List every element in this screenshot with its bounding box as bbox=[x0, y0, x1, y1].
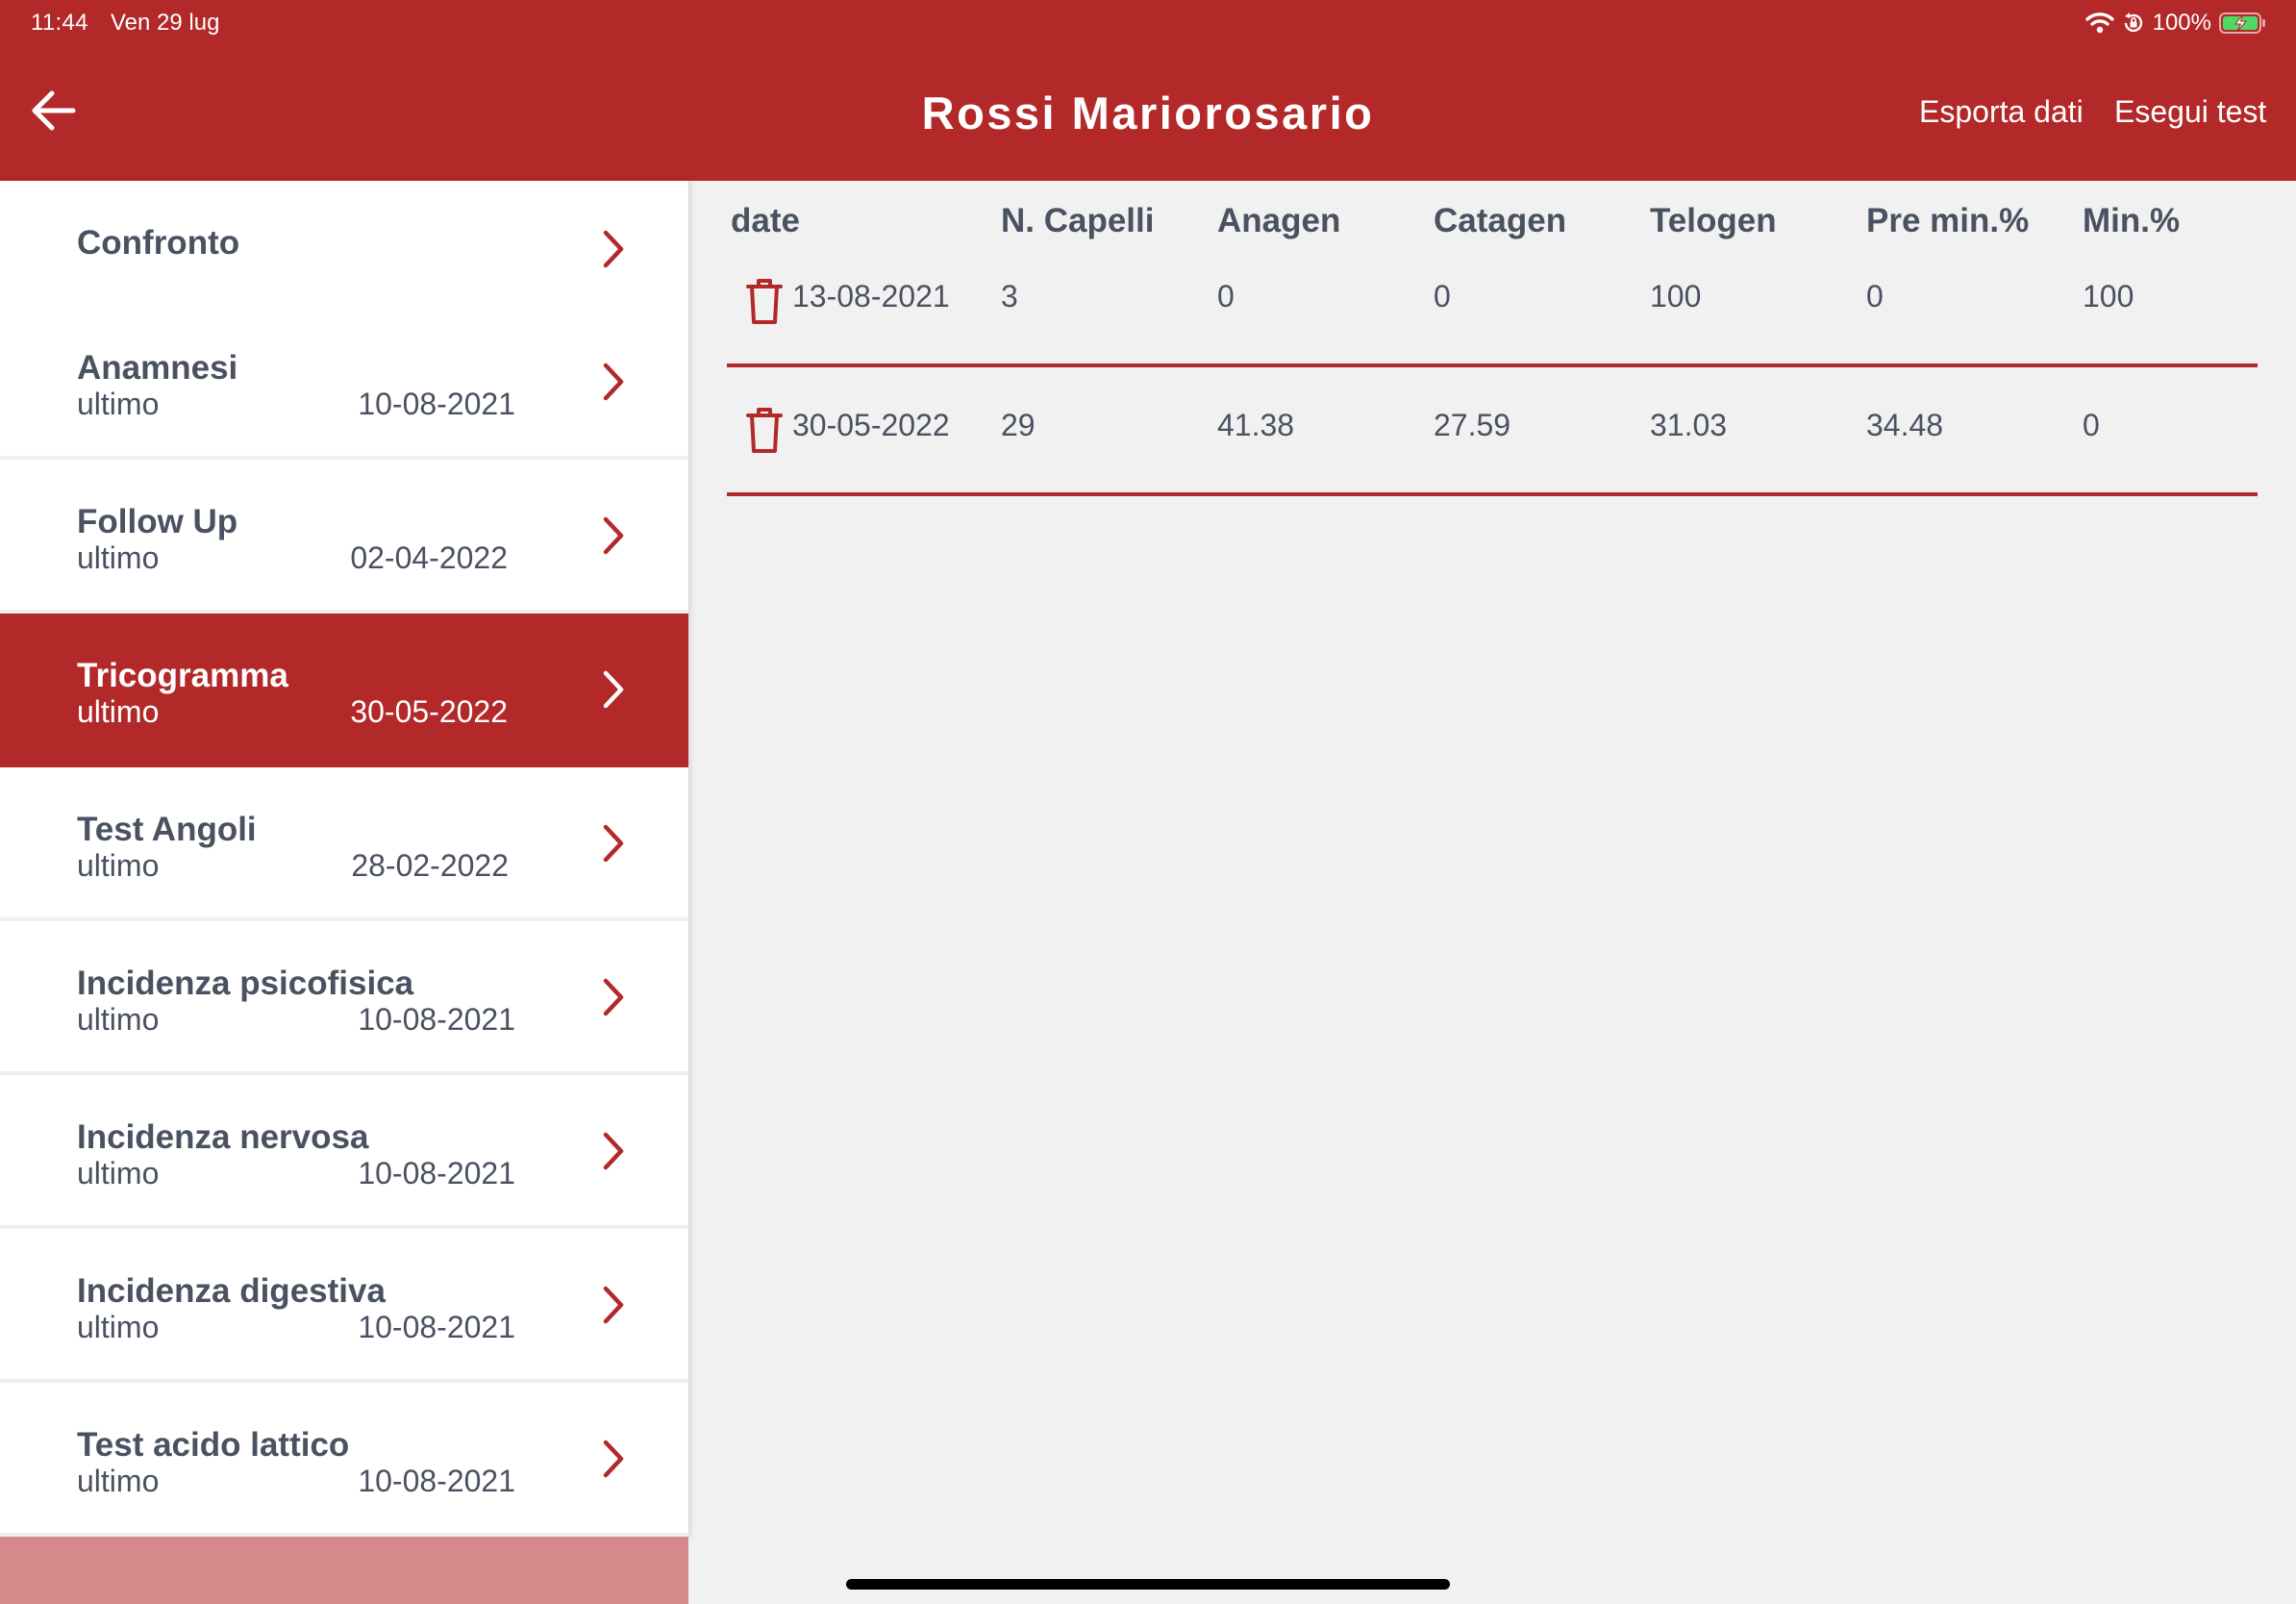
sidebar-item-title: Incidenza digestiva bbox=[77, 1272, 386, 1310]
sidebar-item-title: Test acido lattico bbox=[77, 1426, 350, 1464]
wifi-icon bbox=[2084, 13, 2114, 34]
cell-n-capelli: 29 bbox=[1001, 408, 1036, 442]
sidebar-item-date: 10-08-2021 bbox=[358, 1156, 515, 1190]
home-indicator[interactable] bbox=[846, 1579, 1450, 1590]
run-test-button[interactable]: Esegui test bbox=[2114, 94, 2266, 130]
cell-min: 100 bbox=[2083, 279, 2134, 313]
sidebar-item-follow-up[interactable]: Follow Up ultimo 02-04-2022 bbox=[0, 460, 688, 614]
cell-pre-min: 0 bbox=[1866, 279, 1884, 313]
sidebar-item-title: Confronto bbox=[77, 224, 240, 262]
back-arrow-icon[interactable] bbox=[25, 81, 83, 138]
sidebar-item-title: Test Angoli bbox=[77, 811, 257, 848]
cell-date: 13-08-2021 bbox=[792, 279, 950, 313]
chevron-right-icon bbox=[603, 670, 624, 709]
sidebar-item-incidenza-psicofisica[interactable]: Incidenza psicofisica ultimo 10-08-2021 bbox=[0, 921, 688, 1075]
sidebar-item-date: 28-02-2022 bbox=[351, 848, 509, 883]
sidebar-item-date: 10-08-2021 bbox=[358, 1310, 515, 1344]
sidebar-item-tricogramma[interactable]: Tricogramma ultimo 30-05-2022 bbox=[0, 614, 688, 767]
sidebar-item-date: 10-08-2021 bbox=[358, 387, 515, 421]
sidebar: Confronto Anamnesi ultimo 10-08-2021 Fol… bbox=[0, 181, 688, 1537]
cell-anagen: 0 bbox=[1217, 279, 1235, 313]
status-indicators: 100% bbox=[2084, 9, 2267, 38]
chevron-right-icon bbox=[603, 363, 624, 401]
cell-telogen: 100 bbox=[1650, 279, 1702, 313]
sidebar-item-date: 30-05-2022 bbox=[350, 694, 508, 729]
chevron-right-icon bbox=[603, 824, 624, 863]
status-date: Ven 29 lug bbox=[111, 10, 220, 36]
sidebar-item-title: Follow Up bbox=[77, 503, 238, 540]
chevron-right-icon bbox=[603, 516, 624, 555]
table-row: 13-08-2021 3 0 0 100 0 100 bbox=[727, 181, 2258, 367]
trash-icon[interactable] bbox=[746, 406, 783, 454]
sidebar-item-anamnesi[interactable]: Anamnesi ultimo 10-08-2021 bbox=[0, 306, 688, 460]
sidebar-item-date: 02-04-2022 bbox=[350, 540, 508, 575]
sidebar-item-title: Tricogramma bbox=[77, 657, 288, 694]
orientation-lock-icon bbox=[2124, 13, 2142, 33]
cell-anagen: 41.38 bbox=[1217, 408, 1295, 442]
sidebar-item-test-angoli[interactable]: Test Angoli ultimo 28-02-2022 bbox=[0, 767, 688, 921]
cell-telogen: 31.03 bbox=[1650, 408, 1728, 442]
sidebar-item-date: 10-08-2021 bbox=[358, 1464, 515, 1498]
trash-icon[interactable] bbox=[746, 277, 783, 325]
sidebar-item-title: Incidenza nervosa bbox=[77, 1118, 369, 1156]
cell-min: 0 bbox=[2083, 408, 2100, 442]
sidebar-item-test-acido-lattico[interactable]: Test acido lattico ultimo 10-08-2021 bbox=[0, 1383, 688, 1537]
sidebar-item-incidenza-digestiva[interactable]: Incidenza digestiva ultimo 10-08-2021 bbox=[0, 1229, 688, 1383]
battery-charging-icon bbox=[2219, 13, 2265, 34]
sidebar-footer bbox=[0, 1537, 688, 1604]
export-data-button[interactable]: Esporta dati bbox=[1919, 94, 2084, 130]
cell-catagen: 27.59 bbox=[1434, 408, 1511, 442]
battery-percent: 100% bbox=[2152, 10, 2211, 36]
table-row: 30-05-2022 29 41.38 27.59 31.03 34.48 0 bbox=[727, 367, 2258, 496]
sidebar-item-date: 10-08-2021 bbox=[358, 1002, 515, 1037]
cell-date: 30-05-2022 bbox=[792, 408, 950, 442]
cell-pre-min: 34.48 bbox=[1866, 408, 1944, 442]
cell-n-capelli: 3 bbox=[1001, 279, 1018, 313]
sidebar-item-incidenza-nervosa[interactable]: Incidenza nervosa ultimo 10-08-2021 bbox=[0, 1075, 688, 1229]
chevron-right-icon bbox=[603, 1132, 624, 1170]
chevron-right-icon bbox=[603, 230, 624, 268]
chevron-right-icon bbox=[603, 1286, 624, 1324]
sidebar-item-title: Anamnesi bbox=[77, 349, 238, 387]
chevron-right-icon bbox=[603, 978, 624, 1016]
sidebar-item-title: Incidenza psicofisica bbox=[77, 965, 414, 1002]
chevron-right-icon bbox=[603, 1440, 624, 1478]
status-time: 11:44 bbox=[31, 10, 88, 36]
cell-catagen: 0 bbox=[1434, 279, 1451, 313]
app-header: 11:44 Ven 29 lug 100% Rossi Mariorosario… bbox=[0, 0, 2296, 181]
